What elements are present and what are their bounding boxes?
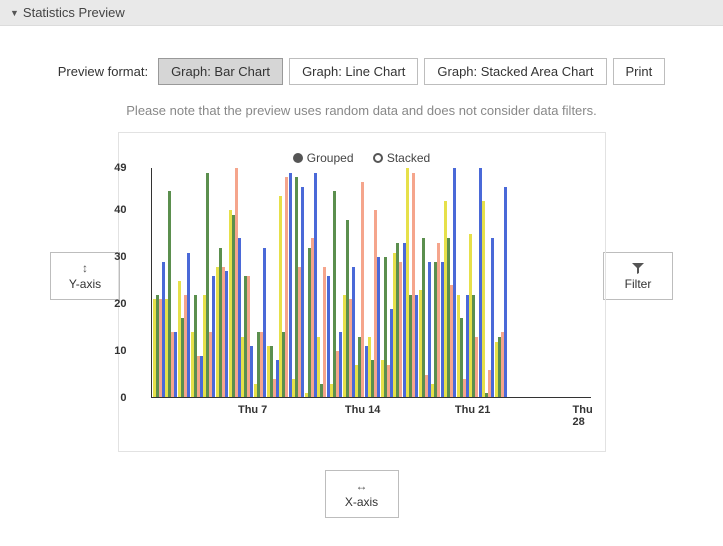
bar-group xyxy=(431,243,443,398)
bar-group xyxy=(203,173,215,398)
random-data-note: Please note that the preview uses random… xyxy=(0,103,723,118)
bar-group xyxy=(165,191,177,398)
filter-button-label: Filter xyxy=(625,277,652,291)
y-tick-label: 40 xyxy=(114,204,126,216)
x-tick-label: Thu 14 xyxy=(345,404,380,416)
stacked-area-chart-button[interactable]: Graph: Stacked Area Chart xyxy=(424,58,606,85)
bars-container xyxy=(153,168,508,398)
y-tick-label: 30 xyxy=(114,251,126,263)
bar-group xyxy=(469,168,481,398)
legend-stacked[interactable]: Stacked xyxy=(373,151,430,165)
x-axis-button-label: X-axis xyxy=(345,495,378,509)
y-tick-label: 49 xyxy=(114,162,126,174)
bar-group xyxy=(191,295,203,398)
preview-format-toolbar: Preview format: Graph: Bar Chart Graph: … xyxy=(0,58,723,85)
bar-group xyxy=(482,201,494,398)
print-button[interactable]: Print xyxy=(613,58,666,85)
chart-frame: Grouped Stacked 01020304049 Thu 7 Thu 14 T… xyxy=(118,132,606,452)
hollow-circle-icon xyxy=(373,153,383,163)
vertical-arrows-icon: ↕ xyxy=(55,261,115,275)
bar-group xyxy=(178,253,190,399)
bar-group xyxy=(305,173,317,398)
statistics-preview-panel: ▼ Statistics Preview Preview format: Gra… xyxy=(0,0,723,518)
filled-circle-icon xyxy=(293,153,303,163)
legend-stacked-label: Stacked xyxy=(387,151,430,165)
bar-group xyxy=(368,210,380,398)
chart-bar[interactable] xyxy=(504,187,507,398)
bar-group xyxy=(419,238,431,398)
bar-group xyxy=(444,168,456,398)
y-tick-label: 10 xyxy=(114,345,126,357)
y-axis-button[interactable]: ↕ Y-axis xyxy=(50,252,120,300)
y-tick-label: 0 xyxy=(120,392,126,404)
y-axis-line xyxy=(151,168,152,398)
bar-group xyxy=(292,177,304,398)
bar-group xyxy=(457,295,469,398)
panel-header[interactable]: ▼ Statistics Preview xyxy=(0,0,723,26)
x-tick-label: Thu 28 xyxy=(573,404,593,428)
chart-plot: 01020304049 xyxy=(151,168,591,398)
chart-area: ↕ Y-axis Filter Grouped Stacked xyxy=(0,132,723,452)
filter-icon xyxy=(608,261,668,275)
bar-group xyxy=(317,267,329,398)
bar-group xyxy=(216,248,228,398)
preview-format-label: Preview format: xyxy=(58,64,148,79)
bar-group xyxy=(267,346,279,398)
x-axis-button[interactable]: ↔ X-axis xyxy=(325,470,399,518)
bar-group xyxy=(495,187,507,398)
x-axis-line xyxy=(151,397,591,398)
y-tick-label: 20 xyxy=(114,298,126,310)
chart-legend: Grouped Stacked xyxy=(133,151,591,166)
x-tick-label: Thu 7 xyxy=(238,404,267,416)
bar-group xyxy=(343,220,355,398)
horizontal-arrows-icon: ↔ xyxy=(330,479,394,493)
y-axis-button-label: Y-axis xyxy=(69,277,101,291)
bar-group xyxy=(406,168,418,398)
bar-group xyxy=(229,168,241,398)
x-tick-label: Thu 21 xyxy=(455,404,490,416)
bar-group xyxy=(279,173,291,398)
bar-group xyxy=(254,248,266,398)
filter-button[interactable]: Filter xyxy=(603,252,673,300)
bar-group xyxy=(393,243,405,398)
bar-group xyxy=(381,257,393,398)
x-axis-ticks: Thu 7Thu 14Thu 21Thu 28 xyxy=(151,404,591,418)
line-chart-button[interactable]: Graph: Line Chart xyxy=(289,58,418,85)
panel-title: Statistics Preview xyxy=(23,5,125,20)
bar-chart-button[interactable]: Graph: Bar Chart xyxy=(158,58,283,85)
bar-group xyxy=(330,191,342,398)
chart-bar[interactable] xyxy=(482,201,485,398)
legend-grouped-label: Grouped xyxy=(307,151,354,165)
bar-group xyxy=(241,276,253,398)
bar-group xyxy=(153,262,165,398)
legend-grouped[interactable]: Grouped xyxy=(293,151,354,165)
bar-group xyxy=(355,182,367,398)
collapse-caret-icon: ▼ xyxy=(10,8,19,18)
